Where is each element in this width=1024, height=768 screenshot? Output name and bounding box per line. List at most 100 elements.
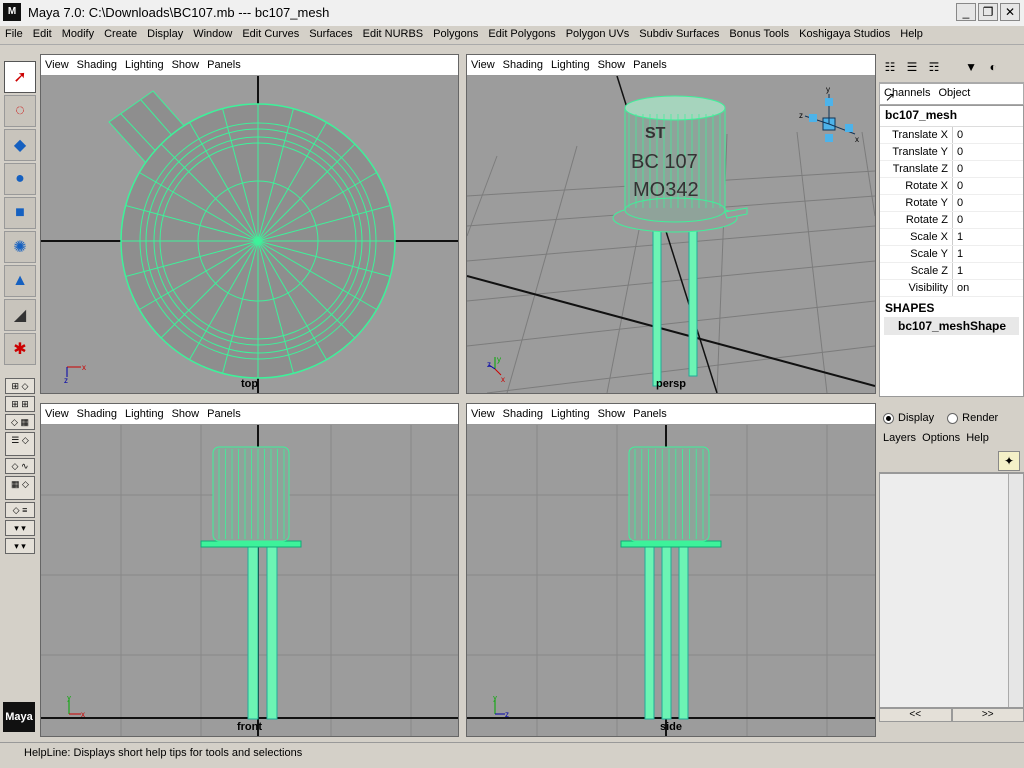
menu-subdiv-surfaces[interactable]: Subdiv Surfaces xyxy=(634,26,724,43)
channel-row[interactable]: Translate X 0 xyxy=(880,127,1023,144)
restore-button[interactable]: ❐ xyxy=(978,3,998,21)
vp-menu-lighting[interactable]: Lighting xyxy=(547,55,594,75)
render-radio[interactable] xyxy=(947,412,959,424)
shading-ball-icon[interactable]: ◐ xyxy=(984,58,1002,76)
channel-row[interactable]: Scale Z 1 xyxy=(880,263,1023,280)
vp-menu-show[interactable]: Show xyxy=(168,55,204,75)
vp-menu-view[interactable]: View xyxy=(41,55,73,75)
menu-surfaces[interactable]: Surfaces xyxy=(304,26,357,43)
menu-create[interactable]: Create xyxy=(99,26,142,43)
vp-menu-lighting[interactable]: Lighting xyxy=(547,404,594,424)
display-radio[interactable] xyxy=(883,412,894,424)
channel-row[interactable]: Translate Z 0 xyxy=(880,161,1023,178)
channel-row[interactable]: Rotate Z 0 xyxy=(880,212,1023,229)
vp-menu-shading[interactable]: Shading xyxy=(73,55,121,75)
tool-settings-icon[interactable]: ☰ xyxy=(903,58,921,76)
vp-menu-panels[interactable]: Panels xyxy=(203,404,245,424)
vp-menu-panels[interactable]: Panels xyxy=(629,55,671,75)
channel-value[interactable]: 0 xyxy=(952,195,1023,211)
menu-bonus-tools[interactable]: Bonus Tools xyxy=(724,26,794,43)
channel-row[interactable]: Visibility on xyxy=(880,280,1023,297)
vp-menu-view[interactable]: View xyxy=(467,404,499,424)
vp-menu-view[interactable]: View xyxy=(467,55,499,75)
menu-edit-curves[interactable]: Edit Curves xyxy=(237,26,304,43)
menu-modify[interactable]: Modify xyxy=(57,26,99,43)
channel-value[interactable]: 0 xyxy=(952,178,1023,194)
channel-box-icon[interactable]: ☶ xyxy=(925,58,943,76)
menu-edit-nurbs[interactable]: Edit NURBS xyxy=(358,26,429,43)
vp-menu-lighting[interactable]: Lighting xyxy=(121,404,168,424)
viewport-side[interactable]: View Shading Lighting Show Panels y z side xyxy=(466,403,876,737)
paint-select-tool-button[interactable]: ◆ xyxy=(4,129,36,161)
layer-list[interactable] xyxy=(879,473,1024,708)
layer-menu-layers[interactable]: Layers xyxy=(883,432,916,444)
tab-channels[interactable]: Channels xyxy=(880,84,934,102)
channel-value[interactable]: 0 xyxy=(952,144,1023,160)
layout-graph-editor-button[interactable]: ◇ ≡ xyxy=(5,502,35,518)
layout-custom-1-button[interactable]: ▾ ▾ xyxy=(5,520,35,536)
channel-value[interactable]: 1 xyxy=(952,246,1023,262)
layer-menu-help[interactable]: Help xyxy=(966,432,989,444)
manipulator-tool-button[interactable]: ▲ xyxy=(4,265,36,297)
menu-edit-polygons[interactable]: Edit Polygons xyxy=(483,26,560,43)
channel-value[interactable]: 0 xyxy=(952,212,1023,228)
close-button[interactable]: ✕ xyxy=(1000,3,1020,21)
channel-row[interactable]: Scale Y 1 xyxy=(880,246,1023,263)
shape-node-name[interactable]: bc107_meshShape xyxy=(884,317,1019,335)
layout-custom-2-button[interactable]: ▾ ▾ xyxy=(5,538,35,554)
vp-menu-show[interactable]: Show xyxy=(594,55,630,75)
menu-display[interactable]: Display xyxy=(142,26,188,43)
vp-menu-shading[interactable]: Shading xyxy=(499,404,547,424)
layout-hypershade-button[interactable]: ▦ ◇ xyxy=(5,476,35,500)
nav-left-button[interactable]: << xyxy=(879,708,952,722)
vp-menu-panels[interactable]: Panels xyxy=(203,55,245,75)
layout-single-button[interactable]: ⊞ ◇ xyxy=(5,378,35,394)
vp-menu-show[interactable]: Show xyxy=(168,404,204,424)
viewport-side-canvas[interactable]: y z side xyxy=(467,425,875,736)
menu-window[interactable]: Window xyxy=(188,26,237,43)
channel-row[interactable]: Rotate Y 0 xyxy=(880,195,1023,212)
viewport-top[interactable]: View Shading Lighting Show Panels x z top xyxy=(40,54,459,394)
select-tool-button[interactable]: ➚ xyxy=(4,61,36,93)
viewport-persp-canvas[interactable]: ST BC 107 MO342 y z x y z x persp xyxy=(467,75,875,393)
attribute-editor-icon[interactable]: ☷ xyxy=(881,58,899,76)
minimize-button[interactable]: _ xyxy=(956,3,976,21)
vp-menu-show[interactable]: Show xyxy=(594,404,630,424)
soft-mod-tool-button[interactable]: ◢ xyxy=(4,299,36,331)
vp-menu-panels[interactable]: Panels xyxy=(629,404,671,424)
layout-outliner-button[interactable]: ☰ ◇ xyxy=(5,432,35,456)
menu-polygon-uvs[interactable]: Polygon UVs xyxy=(561,26,635,43)
vp-menu-shading[interactable]: Shading xyxy=(73,404,121,424)
nav-right-button[interactable]: >> xyxy=(951,708,1024,722)
selected-object-name[interactable]: bc107_mesh xyxy=(880,106,1023,127)
viewport-top-canvas[interactable]: x z top xyxy=(41,76,458,393)
channel-row[interactable]: Translate Y 0 xyxy=(880,144,1023,161)
viewport-front-canvas[interactable]: y x front xyxy=(41,425,458,736)
channel-value[interactable]: 1 xyxy=(952,263,1023,279)
channel-row[interactable]: Scale X 1 xyxy=(880,229,1023,246)
new-layer-icon[interactable]: ✦ xyxy=(998,451,1020,471)
menu-help[interactable]: Help xyxy=(895,26,928,43)
menu-polygons[interactable]: Polygons xyxy=(428,26,483,43)
rotate-tool-button[interactable]: ■ xyxy=(4,197,36,229)
layer-menu-options[interactable]: Options xyxy=(922,432,960,444)
menu-koshigaya-studios[interactable]: Koshigaya Studios xyxy=(794,26,895,43)
scale-tool-button[interactable]: ✺ xyxy=(4,231,36,263)
bird-icon[interactable]: ▼ xyxy=(962,58,980,76)
channel-row[interactable]: Rotate X 0 xyxy=(880,178,1023,195)
move-tool-button[interactable]: ● xyxy=(4,163,36,195)
vp-menu-view[interactable]: View xyxy=(41,404,73,424)
layout-four-button[interactable]: ⊞ ⊞ xyxy=(5,396,35,412)
vp-menu-shading[interactable]: Shading xyxy=(499,55,547,75)
tab-object[interactable]: Object xyxy=(934,84,974,102)
lasso-tool-button[interactable]: ◌ xyxy=(4,95,36,127)
layout-graph-button[interactable]: ◇ ∿ xyxy=(5,458,35,474)
channel-value[interactable]: 0 xyxy=(952,127,1023,143)
layout-persp-outliner-button[interactable]: ◇ ▦ xyxy=(5,414,35,430)
menu-edit[interactable]: Edit xyxy=(28,26,57,43)
vp-menu-lighting[interactable]: Lighting xyxy=(121,55,168,75)
layer-list-scrollbar[interactable] xyxy=(1008,474,1023,707)
show-manipulator-button[interactable]: ✱ xyxy=(4,333,36,365)
channel-value[interactable]: on xyxy=(952,280,1023,296)
viewport-front[interactable]: View Shading Lighting Show Panels y x front xyxy=(40,403,459,737)
